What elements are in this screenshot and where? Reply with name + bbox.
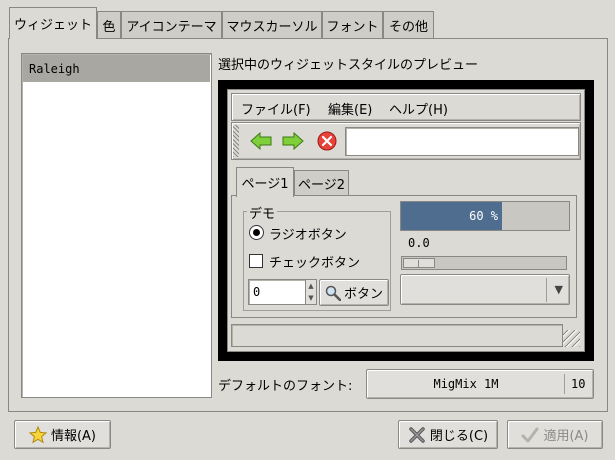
combo-box[interactable]: ▼ [400, 274, 570, 305]
scale-slider-handle[interactable] [403, 258, 435, 268]
scale-trough[interactable] [401, 256, 567, 270]
theme-list-item-selected[interactable]: Raleigh [23, 55, 210, 82]
combo-dropdown-icon: ▼ [554, 283, 563, 296]
tab-font[interactable]: フォント [322, 11, 383, 38]
spin-buttons[interactable]: ▲ ▼ [305, 279, 317, 305]
menu-edit[interactable]: 編集(E) [328, 99, 372, 118]
magnifier-icon [325, 285, 341, 301]
close-button[interactable]: 閉じる(C) [398, 420, 498, 449]
toolbar-handle-icon[interactable] [233, 125, 239, 157]
preview-tab-page1[interactable]: ページ1 [236, 167, 294, 197]
menu-file[interactable]: ファイル(F) [241, 99, 311, 118]
default-font-label: デフォルトのフォント: [218, 379, 353, 394]
font-selector-button[interactable]: MigMix 1M 10 [366, 369, 594, 399]
preview-tab-page2[interactable]: ページ2 [294, 170, 349, 196]
spin-input[interactable]: 0 [248, 279, 306, 305]
star-icon [28, 425, 47, 444]
demo-button[interactable]: ボタン [319, 279, 389, 306]
tab-widget[interactable]: ウィジェット [9, 7, 97, 39]
spin-down-icon[interactable]: ▼ [308, 294, 313, 302]
demo-frame-label: デモ [247, 203, 278, 222]
toolbar-entry[interactable] [345, 127, 579, 156]
radio-label[interactable]: ラジオボタン [269, 224, 347, 243]
preview-title: 選択中のウィジェットスタイルのプレビュー [218, 58, 479, 73]
preview-statusbar [231, 324, 563, 347]
apply-button[interactable]: 適用(A) [507, 420, 603, 449]
font-name: MigMix 1M [433, 377, 499, 391]
close-x-icon [408, 426, 426, 444]
progress-text: 60 % [469, 209, 498, 223]
check-label[interactable]: チェックボタン [269, 252, 360, 271]
menu-help[interactable]: ヘルプ(H) [389, 99, 448, 118]
checkbox-icon[interactable] [249, 254, 263, 268]
back-arrow-icon[interactable] [249, 130, 273, 152]
progress-bar: 60 % [400, 201, 570, 231]
theme-list[interactable]: Raleigh [21, 53, 212, 398]
info-button[interactable]: 情報(A) [14, 420, 111, 449]
resize-grip-icon[interactable] [563, 330, 580, 347]
scale-value: 0.0 [408, 236, 430, 250]
tab-color[interactable]: 色 [97, 11, 121, 38]
tab-other[interactable]: その他 [383, 11, 434, 38]
tab-mouse-cursor[interactable]: マウスカーソル [222, 11, 322, 38]
spin-up-icon[interactable]: ▲ [308, 282, 313, 290]
checkmark-icon [521, 426, 539, 444]
tab-icon-theme[interactable]: アイコンテーマ [121, 11, 222, 38]
stop-icon[interactable] [316, 130, 338, 152]
font-size: 10 [571, 377, 586, 391]
radio-selected-icon[interactable] [249, 225, 264, 240]
forward-arrow-icon[interactable] [281, 130, 305, 152]
